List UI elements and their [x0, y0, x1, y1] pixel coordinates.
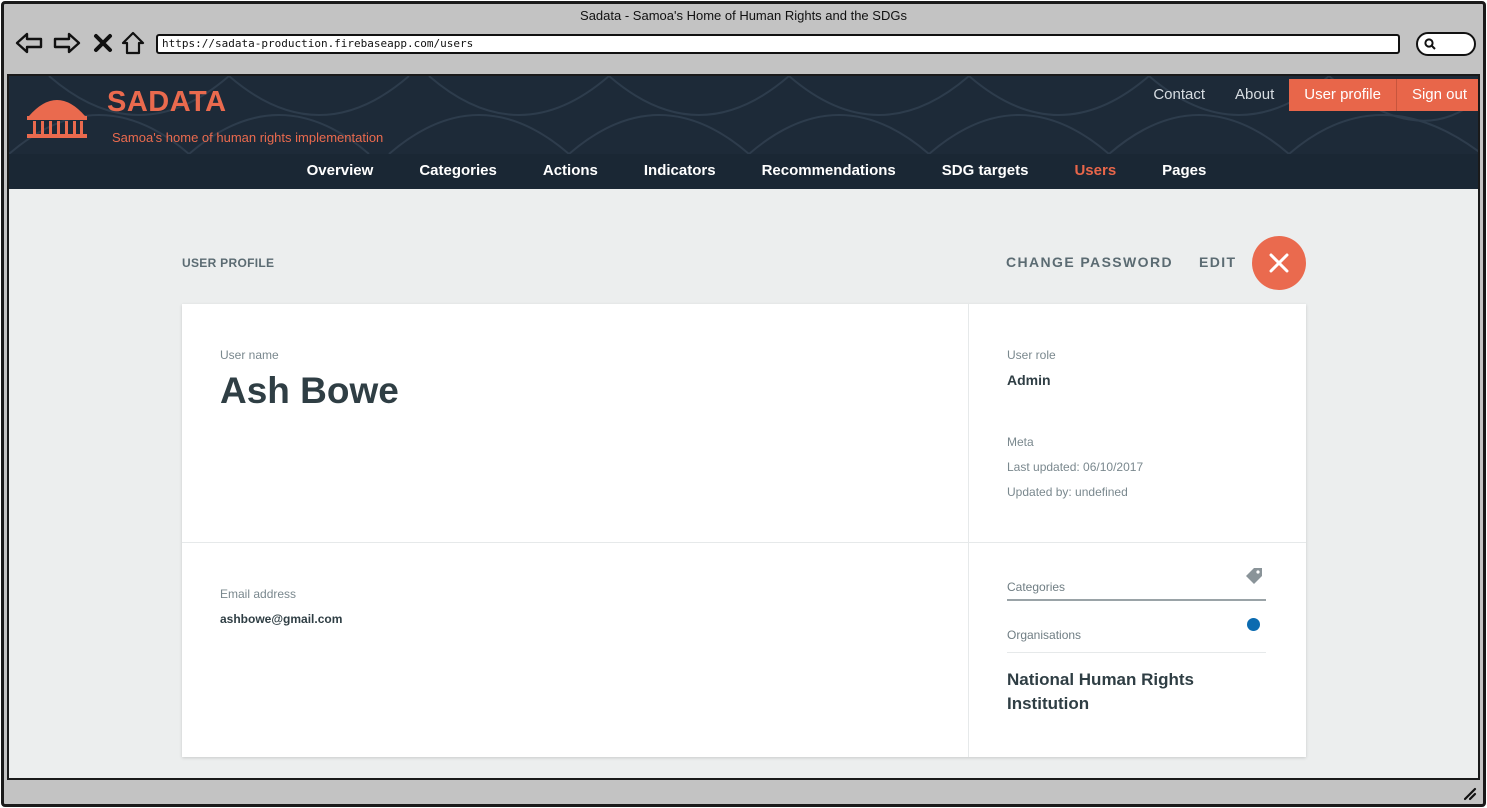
- page-viewport: SADATA Samoa's home of human rights impl…: [7, 74, 1480, 780]
- tag-icon: [1246, 568, 1262, 584]
- nav-overview[interactable]: Overview: [284, 154, 397, 189]
- sign-out-link[interactable]: Sign out: [1395, 79, 1478, 111]
- status-bar: [4, 778, 1483, 804]
- nav-sdg-targets[interactable]: SDG targets: [919, 154, 1052, 189]
- email-label: Email address: [220, 587, 297, 601]
- nav-actions[interactable]: Actions: [520, 154, 621, 189]
- nav-users[interactable]: Users: [1051, 154, 1139, 189]
- page-title: USER PROFILE: [182, 256, 275, 270]
- nav-categories[interactable]: Categories: [396, 154, 520, 189]
- user-role-value: Admin: [1007, 372, 1051, 388]
- home-icon[interactable]: [118, 28, 148, 58]
- categories-label: Categories: [1007, 580, 1066, 594]
- user-name-label: User name: [220, 348, 279, 362]
- nav-indicators[interactable]: Indicators: [621, 154, 739, 189]
- brand-tagline: Samoa's home of human rights implementat…: [112, 130, 384, 145]
- organisation-name[interactable]: National Human Rights Institution: [1007, 668, 1247, 716]
- categories-row[interactable]: Categories: [1007, 568, 1266, 596]
- column-divider: [968, 304, 969, 757]
- nav-recommendations[interactable]: Recommendations: [739, 154, 919, 189]
- organisations-label: Organisations: [1007, 628, 1082, 642]
- close-button[interactable]: [1252, 236, 1306, 290]
- brand-title[interactable]: SADATA: [107, 86, 227, 119]
- browser-toolbar: https://sadata-production.firebaseapp.co…: [4, 28, 1483, 68]
- browser-window: Sadata - Samoa's Home of Human Rights an…: [1, 1, 1486, 807]
- back-arrow-icon[interactable]: [14, 28, 44, 58]
- main-nav: Overview Categories Actions Indicators R…: [9, 154, 1478, 189]
- organisations-underline: [1007, 652, 1266, 653]
- last-updated: Last updated: 06/10/2017: [1007, 460, 1144, 474]
- nav-pages[interactable]: Pages: [1139, 154, 1229, 189]
- user-name-value: Ash Bowe: [220, 370, 399, 411]
- email-value: ashbowe@gmail.com: [220, 612, 343, 626]
- contact-link[interactable]: Contact: [1138, 79, 1220, 111]
- user-profile-link[interactable]: User profile: [1289, 79, 1396, 111]
- row-divider: [182, 542, 1306, 543]
- resize-grip-icon[interactable]: [1463, 787, 1477, 801]
- stop-icon[interactable]: [88, 28, 118, 58]
- organisations-row[interactable]: Organisations: [1007, 618, 1266, 644]
- categories-underline: [1007, 599, 1266, 601]
- browser-search[interactable]: [1416, 32, 1476, 56]
- top-links: Contact About User profile Sign out: [1138, 79, 1478, 111]
- updated-by: Updated by: undefined: [1007, 485, 1128, 499]
- fale-house-logo: [27, 100, 87, 138]
- url-input[interactable]: https://sadata-production.firebaseapp.co…: [156, 34, 1400, 54]
- forward-arrow-icon[interactable]: [52, 28, 82, 58]
- edit-button[interactable]: EDIT: [1199, 254, 1237, 270]
- user-role-label: User role: [1007, 348, 1056, 362]
- about-link[interactable]: About: [1220, 79, 1289, 111]
- change-password-button[interactable]: CHANGE PASSWORD: [1006, 254, 1173, 270]
- organisation-dot-icon: [1247, 618, 1260, 631]
- search-icon: [1424, 38, 1436, 50]
- site-header: SADATA Samoa's home of human rights impl…: [9, 76, 1478, 189]
- window-title: Sadata - Samoa's Home of Human Rights an…: [580, 8, 907, 23]
- close-icon: [1269, 253, 1289, 273]
- profile-card: User name Ash Bowe User role Admin Meta …: [182, 304, 1306, 757]
- meta-label: Meta: [1007, 435, 1034, 449]
